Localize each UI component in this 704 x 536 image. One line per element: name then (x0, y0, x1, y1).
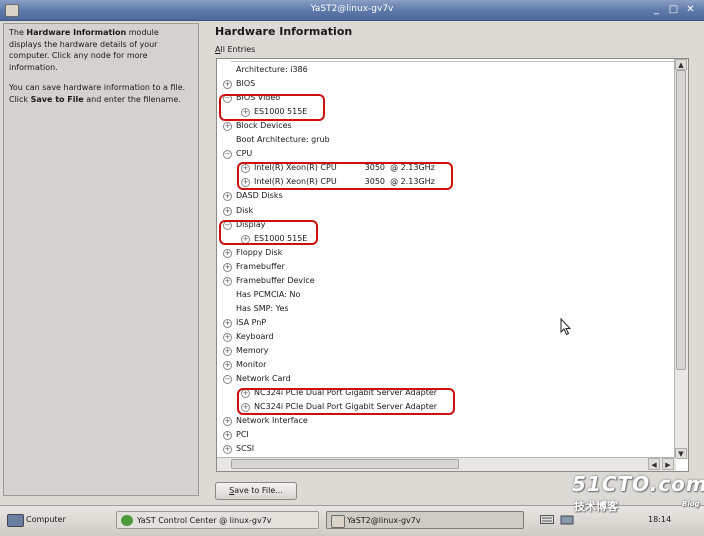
scroll-down-icon[interactable]: ▼ (675, 448, 687, 459)
keyboard-glyph (540, 515, 554, 524)
scroll-right-icon[interactable]: ▶ (662, 458, 674, 470)
watermark-site: 51CTO.com (572, 472, 704, 496)
minimize-icon[interactable]: _ (650, 3, 663, 16)
tree-row-label: Disk (236, 205, 254, 215)
expand-icon[interactable]: + (223, 361, 232, 371)
help-panel: The Hardware Information module displays… (3, 23, 199, 496)
watermark-cn: 技术博客 (574, 500, 618, 513)
help-text: The (9, 28, 27, 37)
tree-row-label: Floppy Disk (236, 247, 283, 257)
tree-row-label: ISA PnP (236, 317, 267, 327)
yast-icon (121, 515, 133, 526)
scroll-up-icon[interactable]: ▲ (675, 59, 687, 70)
tree-row-label: Keyboard (236, 331, 274, 341)
tree-row-label: SCSI (236, 444, 255, 454)
button-label: ave to File... (234, 486, 283, 495)
expand-icon[interactable]: + (223, 332, 232, 342)
taskbar-task-yast-control-center[interactable]: YaST Control Center @ linux-gv7v (116, 511, 319, 529)
computer-icon (7, 514, 24, 527)
hardware-tree[interactable]: Architecture: i386 + BIOS − BIOS Video + ES100… (216, 58, 689, 472)
task-label: YaST Control Center @ linux-gv7v (137, 516, 272, 525)
expand-icon[interactable]: + (223, 122, 232, 132)
tree-row-label: Network Card (236, 374, 291, 384)
clock[interactable]: 18:14 (648, 511, 671, 529)
tree-row-label: Framebuffer Device (236, 275, 315, 285)
window-title: YaST2@linux-gv7v (310, 4, 394, 14)
watermark-blog: Blog (682, 500, 700, 508)
scroll-left-icon[interactable]: ◀ (648, 458, 660, 470)
tree-row-label: Architecture: i386 (236, 65, 308, 74)
tree-row-label: Memory (236, 346, 269, 355)
expand-icon[interactable]: + (223, 318, 232, 328)
save-to-file-button[interactable]: Save to File... (215, 482, 297, 500)
annotation-display (219, 220, 318, 245)
collapse-icon[interactable]: − (223, 150, 232, 160)
tree-row-label: Framebuffer (236, 261, 285, 271)
maximize-icon[interactable]: □ (667, 3, 680, 16)
watermark: 51CTO.com 技术博客 Blog (572, 472, 704, 513)
help-bold-module: Hardware Information (26, 28, 127, 37)
label-text: ll Entries (220, 45, 256, 54)
annotation-cpu (237, 162, 453, 190)
tree-row-label: Network Interface (236, 416, 308, 426)
expand-icon[interactable]: + (223, 445, 232, 455)
expand-icon[interactable]: + (223, 417, 232, 427)
expand-icon[interactable]: + (223, 276, 232, 286)
tree-row-label: Boot Architecture: grub (236, 135, 330, 145)
tree-row-label: CPU (236, 149, 253, 159)
tree-row-label: DASD Disks (236, 191, 283, 201)
close-icon[interactable]: ✕ (684, 3, 697, 16)
tree-row-label: Monitor (236, 360, 267, 370)
computer-label: Computer (26, 515, 66, 524)
window-icon (331, 515, 345, 528)
help-text: and enter the filename. (83, 94, 181, 104)
task-label: YaST2@linux-gv7v (347, 516, 421, 525)
tree-row-label: PCI (236, 430, 249, 440)
page-title: Hardware Information (215, 25, 353, 38)
help-bold-save: Save to File (30, 94, 84, 104)
tree-row-label: Has PCMCIA: No (236, 289, 301, 299)
collapse-icon[interactable]: − (223, 375, 232, 385)
mouse-cursor-icon (560, 318, 572, 336)
expand-icon[interactable]: + (223, 347, 232, 356)
keyboard-icon[interactable] (540, 511, 554, 529)
tree-row-label: Has SMP: Yes (236, 303, 289, 313)
annotation-bios-video (219, 94, 325, 121)
help-paragraph-2: You can save hardware information to a f… (9, 82, 193, 105)
expand-icon[interactable]: + (223, 248, 232, 258)
horizontal-scroll-thumb[interactable] (231, 459, 459, 469)
help-paragraph-1: The Hardware Information module displays… (9, 27, 193, 73)
vertical-scrollbar[interactable]: ▲ ▼ (674, 59, 688, 459)
all-entries-label: All Entries (215, 45, 255, 54)
taskbar-task-yast2[interactable]: YaST2@linux-gv7v (326, 511, 524, 529)
window-titlebar[interactable]: YaST2@linux-gv7v _ □ ✕ (0, 0, 704, 21)
tree-row-label: Block Devices (236, 121, 292, 131)
network-icon[interactable] (560, 511, 574, 529)
expand-icon[interactable]: + (223, 192, 232, 202)
tree-row-label: BIOS (236, 79, 256, 89)
expand-icon[interactable]: + (223, 431, 232, 441)
annotation-network-card (237, 388, 455, 415)
computer-menu[interactable]: Computer (4, 511, 66, 529)
vertical-scroll-thumb[interactable] (676, 70, 686, 370)
expand-icon[interactable]: + (223, 262, 232, 272)
expand-icon[interactable]: + (223, 80, 232, 90)
horizontal-scrollbar[interactable]: ◀ ▶ (217, 457, 676, 471)
network-glyph (560, 515, 574, 525)
expand-icon[interactable]: + (223, 206, 232, 216)
